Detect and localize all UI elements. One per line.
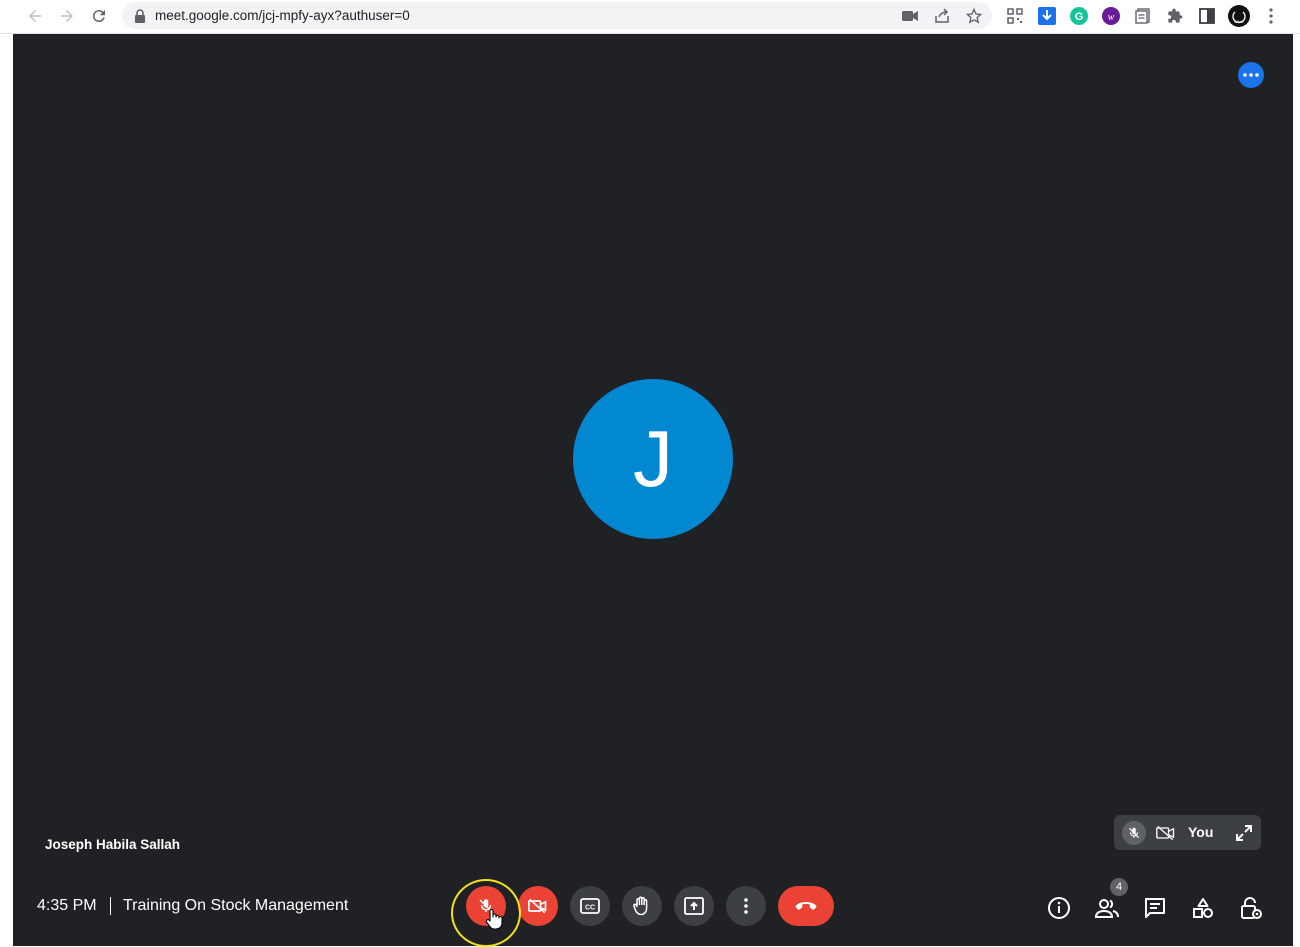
forward-icon[interactable]: [55, 4, 79, 28]
puzzle-icon[interactable]: [1164, 5, 1186, 27]
hand-cursor-icon: [485, 908, 503, 935]
lock-icon[interactable]: [131, 7, 149, 25]
share-icon[interactable]: [933, 7, 951, 25]
participants-count-badge: 4: [1110, 878, 1128, 896]
mic-off-icon: [1122, 821, 1146, 845]
sidebar-icon[interactable]: [1196, 5, 1218, 27]
more-options-button[interactable]: [1238, 62, 1264, 88]
camera-off-icon: [528, 898, 547, 914]
people-icon: [1094, 899, 1119, 918]
back-icon[interactable]: [23, 4, 47, 28]
activities-button[interactable]: [1189, 894, 1217, 922]
document-icon[interactable]: [1132, 5, 1154, 27]
svg-text:CC: CC: [585, 905, 595, 912]
participant-name: Joseph Habila Sallah: [45, 837, 181, 852]
chat-icon: [1145, 898, 1165, 918]
self-view-tile[interactable]: You: [1114, 815, 1261, 850]
chat-button[interactable]: [1141, 894, 1169, 922]
profile-avatar[interactable]: eZee: [1228, 5, 1250, 27]
camera-icon[interactable]: [901, 7, 919, 25]
star-icon[interactable]: [965, 7, 983, 25]
more-options-control[interactable]: [726, 886, 766, 926]
self-label: You: [1188, 824, 1214, 840]
svg-text:G: G: [1075, 11, 1084, 23]
activities-icon: [1193, 898, 1213, 918]
end-call-button[interactable]: [778, 886, 834, 926]
raise-hand-button[interactable]: [622, 886, 662, 926]
info-icon: [1048, 897, 1070, 919]
camera-toggle-button[interactable]: [518, 886, 558, 926]
extension-w-icon[interactable]: w: [1100, 5, 1122, 27]
divider: [110, 897, 111, 915]
meeting-stage: J Joseph Habila Sallah You 4:35 PM Train…: [13, 34, 1293, 947]
kebab-menu-icon[interactable]: [1260, 5, 1282, 27]
participant-avatar: J: [573, 379, 733, 539]
captions-button[interactable]: CC: [570, 886, 610, 926]
grammarly-icon[interactable]: G: [1068, 5, 1090, 27]
browser-toolbar: meet.google.com/jcj-mpfy-ayx?authuser=0 …: [0, 0, 1300, 34]
download-icon[interactable]: [1036, 5, 1058, 27]
qr-icon[interactable]: [1004, 5, 1026, 27]
camera-off-icon: [1155, 823, 1177, 843]
host-controls-icon: [1241, 897, 1262, 919]
present-icon: [684, 897, 704, 915]
meeting-time: 4:35 PM: [37, 897, 97, 914]
meeting-details-button[interactable]: [1045, 894, 1073, 922]
people-button[interactable]: [1093, 894, 1121, 922]
more-options-icon: [744, 898, 748, 914]
end-call-icon: [795, 902, 817, 910]
profile-initials: eZee: [1234, 19, 1244, 24]
url-text[interactable]: meet.google.com/jcj-mpfy-ayx?authuser=0: [155, 8, 410, 23]
present-button[interactable]: [674, 886, 714, 926]
captions-icon: CC: [580, 898, 600, 914]
host-controls-button[interactable]: [1237, 894, 1265, 922]
expand-icon[interactable]: [1233, 822, 1255, 844]
meeting-title: Training On Stock Management: [123, 897, 349, 914]
raise-hand-icon: [633, 896, 648, 916]
svg-text:w: w: [1108, 12, 1115, 23]
reload-icon[interactable]: [87, 4, 111, 28]
address-bar[interactable]: meet.google.com/jcj-mpfy-ayx?authuser=0: [122, 2, 992, 29]
